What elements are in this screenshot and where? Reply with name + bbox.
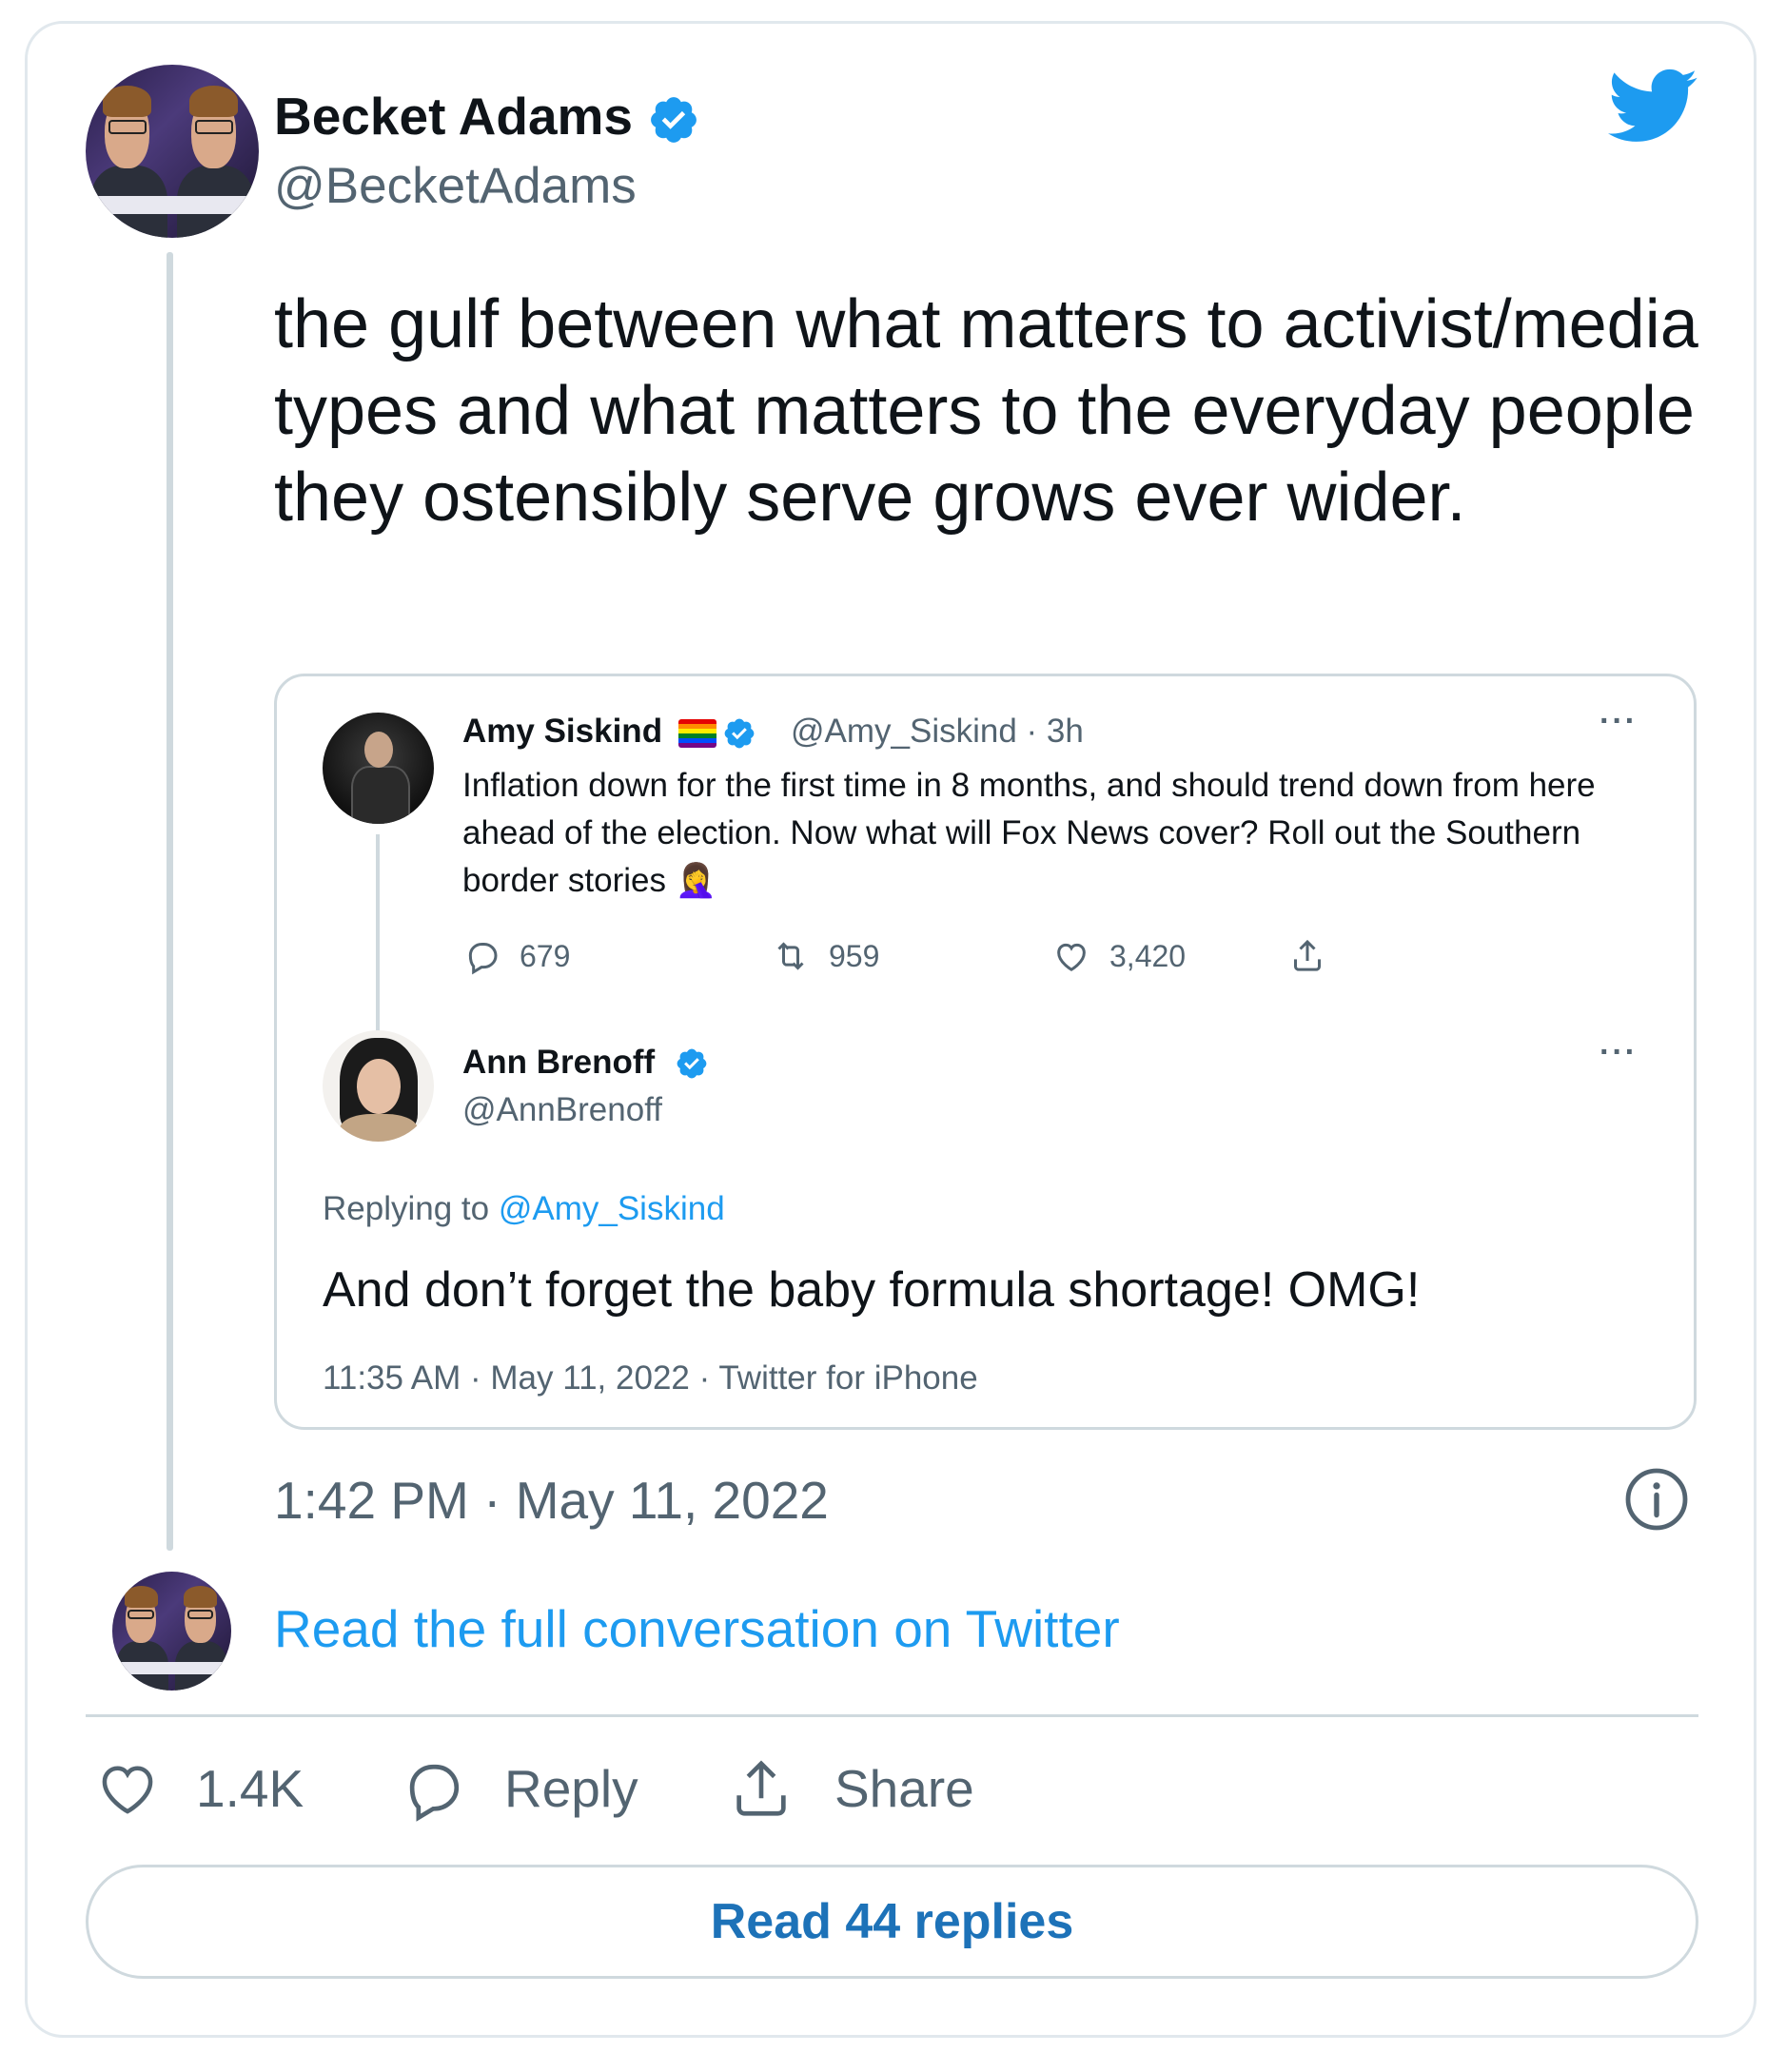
share-button[interactable]: Share xyxy=(728,1755,974,1822)
share-label: Share xyxy=(834,1759,974,1818)
embedded-screenshot[interactable]: Amy Siskind @Amy_Siskind · 3h ··· Inflat… xyxy=(274,674,1697,1430)
info-icon[interactable] xyxy=(1622,1465,1691,1534)
quote-second-time: 11:35 AM · May 11, 2022 · Twitter for iP… xyxy=(323,1359,978,1397)
share-icon xyxy=(1294,939,1321,971)
more-icon: ··· xyxy=(1600,1034,1638,1070)
tweet-text: the gulf between what matters to activis… xyxy=(274,286,1698,536)
verified-badge-icon xyxy=(651,97,697,144)
quote-like-action: 3,420 xyxy=(1052,935,1186,977)
reply-icon xyxy=(468,943,498,975)
heart-icon xyxy=(102,1766,153,1814)
quote-second-text: And don’t forget the baby formula shorta… xyxy=(323,1262,1421,1318)
thread-line xyxy=(167,252,173,1551)
more-icon: ··· xyxy=(1600,703,1638,739)
read-full-conversation-link[interactable]: Read the full conversation on Twitter xyxy=(274,1598,1120,1659)
replying-to-line: Replying to @Amy_Siskind xyxy=(323,1190,725,1228)
quote-like-count: 3,420 xyxy=(1109,938,1187,973)
author-avatar[interactable] xyxy=(86,65,259,238)
like-icon xyxy=(1057,943,1086,971)
rainbow-flag-icon xyxy=(678,719,716,748)
quote-reply-action: 679 xyxy=(462,935,570,977)
quote-first-meta: @Amy_Siskind · 3h xyxy=(791,713,1084,750)
quote-first-text: Inflation down for the first time in 8 m… xyxy=(462,767,1596,899)
quote-second-name: Ann Brenoff xyxy=(462,1044,656,1081)
replying-to-link: @Amy_Siskind xyxy=(498,1190,725,1227)
author-name[interactable]: Becket Adams xyxy=(274,86,700,147)
amy-siskind-avatar xyxy=(323,713,434,824)
read-replies-button[interactable]: Read 44 replies xyxy=(86,1865,1698,1979)
tweet-timestamp[interactable]: 1:42 PM · May 11, 2022 xyxy=(274,1470,829,1531)
twitter-bird-icon[interactable] xyxy=(1608,68,1698,145)
like-count: 1.4K xyxy=(196,1759,304,1818)
like-button[interactable]: 1.4K xyxy=(95,1755,304,1822)
reply-button[interactable]: Reply xyxy=(400,1755,638,1822)
quote-reply-count: 679 xyxy=(520,938,571,973)
quote-thread-line xyxy=(376,834,380,1034)
quote-retweet-count: 959 xyxy=(829,938,880,973)
verified-badge-icon xyxy=(677,1048,707,1079)
quote-share-action xyxy=(1288,935,1326,977)
replying-to-prefix: Replying to xyxy=(323,1190,490,1227)
quote-retweet-action: 959 xyxy=(772,935,879,977)
share-icon xyxy=(736,1760,786,1816)
retweet-icon xyxy=(777,942,804,970)
verified-badge-icon xyxy=(724,718,755,749)
reply-label: Reply xyxy=(504,1759,638,1818)
author-name-text: Becket Adams xyxy=(274,87,634,146)
reply-icon xyxy=(409,1764,460,1822)
ann-brenoff-avatar xyxy=(323,1030,434,1142)
divider xyxy=(86,1714,1698,1717)
author-avatar-small[interactable] xyxy=(112,1572,231,1691)
quote-second-handle: @AnnBrenoff xyxy=(462,1091,663,1128)
author-handle[interactable]: @BecketAdams xyxy=(274,157,637,215)
quote-first-name: Amy Siskind xyxy=(462,713,663,750)
